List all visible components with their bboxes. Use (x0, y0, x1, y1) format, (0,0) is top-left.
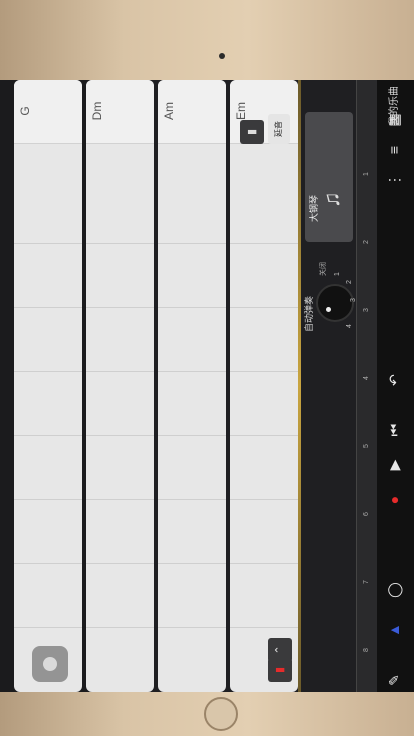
tracks-icon[interactable]: ▦ (382, 108, 406, 132)
chord-label[interactable]: Am (158, 80, 226, 144)
undo-icon[interactable]: ↶ (382, 368, 406, 392)
chord-name: Dm (90, 101, 104, 121)
ruler-mark: 2 (363, 240, 370, 244)
chord-name: Am (162, 102, 176, 120)
piano-keys-icon[interactable]: ▮ (240, 120, 264, 144)
sustain-button[interactable]: 延音 (268, 114, 290, 144)
record-icon[interactable]: ● (382, 488, 406, 512)
autoplay-control: 自动弹奏 关闭 1 2 3 4 (304, 262, 357, 342)
chord-strip-0[interactable]: Em (230, 80, 298, 692)
gold-divider (298, 80, 301, 692)
autoplay-label: 自动弹奏 (304, 295, 314, 332)
metronome-icon[interactable]: ▲ (382, 618, 406, 642)
ruler-mark: 3 (363, 308, 370, 312)
timeline-ruler[interactable]: 1 2 3 4 5 6 7 8 (356, 80, 377, 692)
front-camera (219, 53, 225, 59)
assistive-touch-button[interactable] (32, 646, 68, 682)
chord-name: G (18, 106, 32, 116)
keyboard-toggle-icon[interactable]: ▮ (268, 658, 292, 682)
autoplay-position: 3 (350, 298, 357, 302)
top-toolbar: 我的乐曲 ▦ ≡ ⋮ ↶ ⏮ ▶ ● ◯ ▲ ✎ (376, 80, 414, 692)
chord-strips: Em Am Dm G (0, 80, 298, 692)
autoplay-knob[interactable] (316, 284, 354, 322)
chord-strip-1[interactable]: Am (158, 80, 226, 692)
wrench-icon[interactable]: ✎ (382, 668, 406, 692)
mixer-icon[interactable]: ≡ (382, 138, 406, 162)
ruler-mark: 1 (363, 172, 370, 176)
home-button[interactable] (204, 697, 238, 731)
autoplay-position: 2 (346, 280, 353, 284)
ruler-mark: 5 (363, 444, 370, 448)
chord-label[interactable]: Dm (86, 80, 154, 144)
ruler-mark: 7 (363, 580, 370, 584)
grand-piano-icon: ♫ (319, 191, 344, 209)
landscape-canvas: 我的乐曲 ▦ ≡ ⋮ ↶ ⏮ ▶ ● ◯ ▲ ✎ 1 2 3 4 5 6 7 8… (0, 80, 414, 692)
chord-strip-2[interactable]: Dm (86, 80, 154, 692)
master-volume-icon[interactable]: ◯ (382, 578, 406, 602)
chord-strip-3[interactable]: G (14, 80, 82, 692)
rewind-icon[interactable]: ⏮ (382, 418, 406, 442)
autoplay-off-label: 关闭 (320, 262, 327, 276)
track-header[interactable]: 大钢琴 ♫ (305, 112, 353, 242)
ruler-mark: 6 (363, 512, 370, 516)
chord-label[interactable]: G (14, 80, 82, 144)
autoplay-position: 1 (334, 272, 341, 276)
ruler-mark: 8 (363, 648, 370, 652)
ruler-mark: 4 (363, 376, 370, 380)
play-icon[interactable]: ▶ (382, 453, 406, 477)
autoplay-position: 4 (346, 324, 353, 328)
garageband-screen: 我的乐曲 ▦ ≡ ⋮ ↶ ⏮ ▶ ● ◯ ▲ ✎ 1 2 3 4 5 6 7 8… (0, 80, 414, 692)
settings-icon[interactable]: ⋮ (382, 168, 406, 192)
